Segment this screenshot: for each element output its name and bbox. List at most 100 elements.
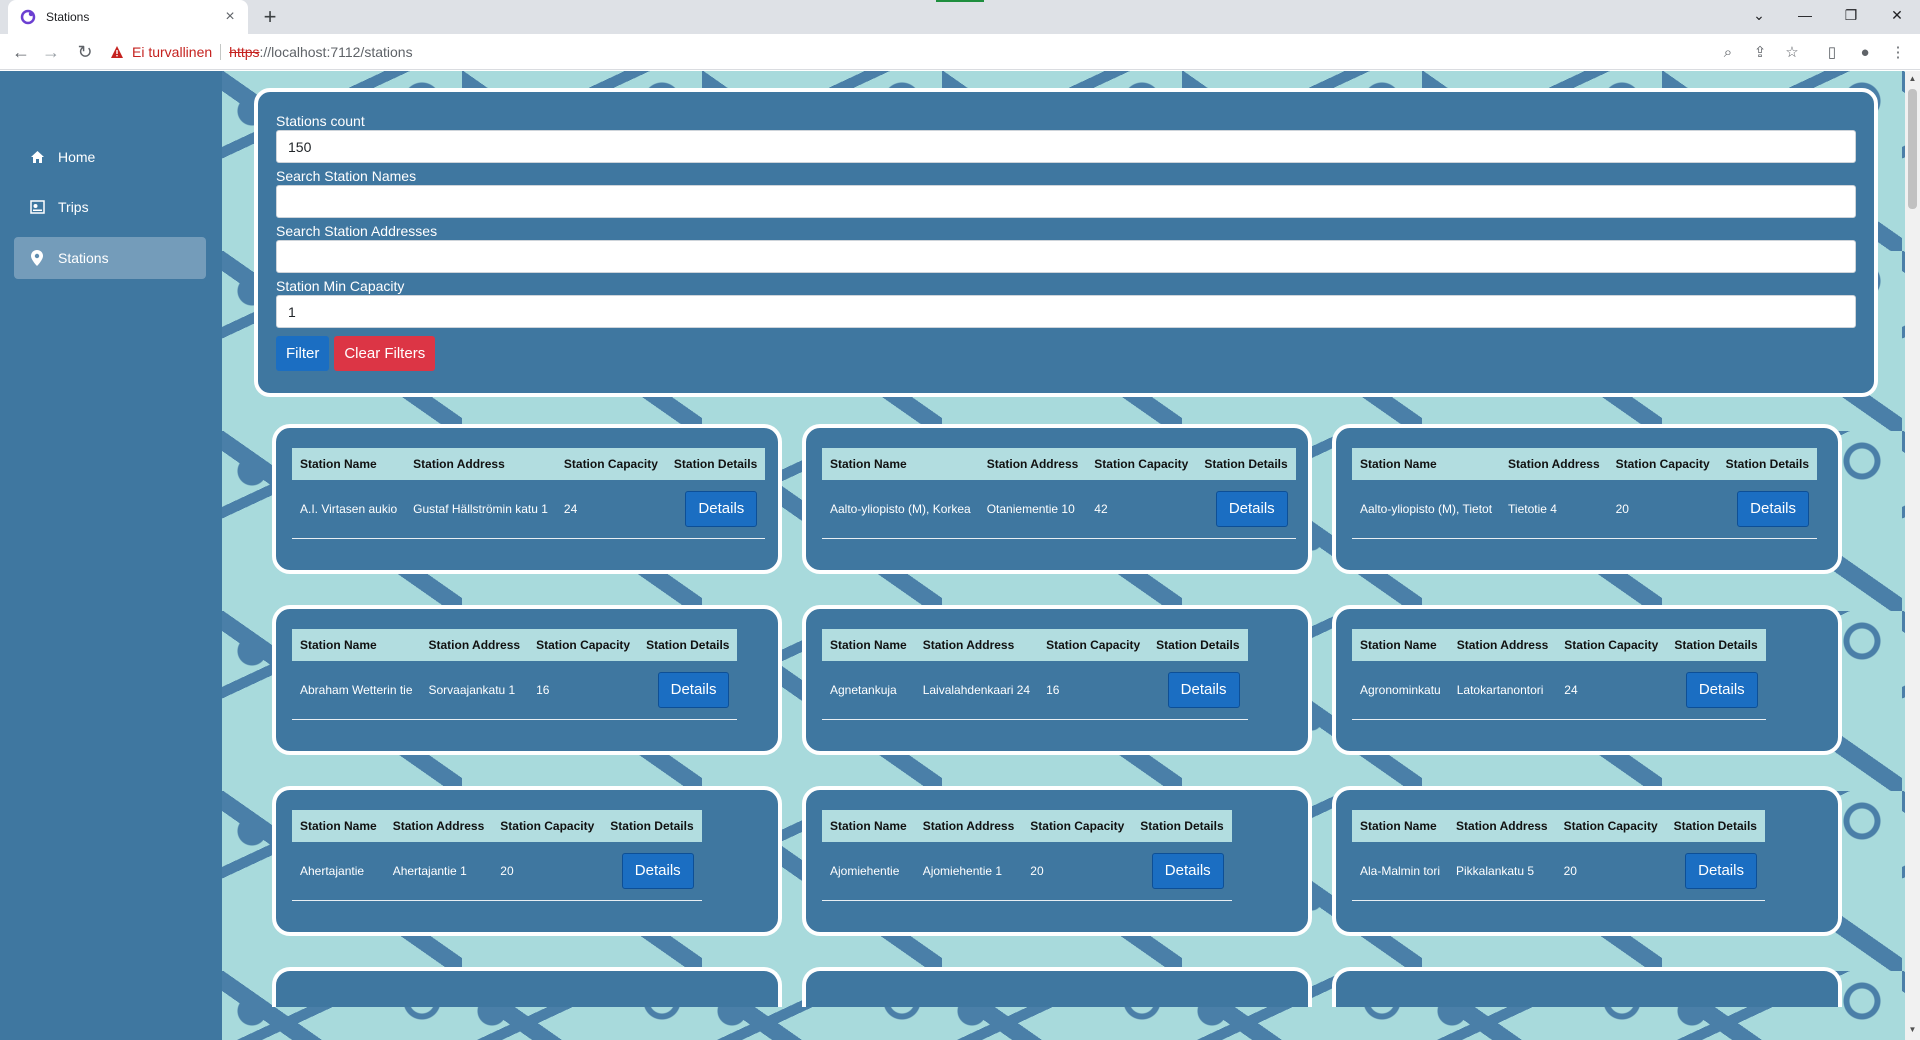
table-row: Abraham Wetterin tie Sorvaajankatu 1 16 Det… (292, 661, 738, 720)
filter-panel: Stations count Search Station Names Sear… (254, 88, 1878, 397)
zoom-icon[interactable]: ⌕ (1718, 42, 1738, 62)
window-close-icon[interactable]: ✕ (1874, 0, 1920, 30)
station-card (1332, 967, 1842, 1007)
details-button[interactable]: Details (685, 490, 758, 527)
search-names-input[interactable] (276, 185, 1856, 218)
forward-icon[interactable]: → (40, 41, 62, 63)
clear-filters-button[interactable]: Clear Filters (334, 336, 436, 371)
station-details-cell: Details (1666, 661, 1766, 720)
table-header-row: Station Name Station Address Station Capac… (1352, 810, 1765, 842)
table-row: Agronominkatu Latokartanontori 24 Details (1352, 661, 1766, 720)
scroll-up-icon[interactable]: ▲ (1908, 74, 1917, 84)
sidebar-item-stations[interactable]: Stations (14, 237, 206, 279)
column-header: Station Details (1725, 457, 1810, 471)
column-header: Station Address (413, 457, 505, 471)
tab-search-icon[interactable]: ⌄ (1736, 0, 1782, 30)
warning-icon (111, 46, 123, 58)
bookmark-star-icon[interactable]: ☆ (1782, 42, 1802, 62)
column-header: Station Capacity (1030, 819, 1125, 833)
station-address-cell: Otaniementie 10 (978, 480, 1087, 539)
home-icon (28, 148, 46, 166)
details-button[interactable]: Details (1167, 671, 1240, 708)
details-button[interactable]: Details (621, 852, 694, 889)
table-header-row: Station Name Station Address Station Capac… (822, 629, 1248, 661)
close-tab-icon[interactable]: × (222, 8, 238, 26)
sidebar-item-home[interactable]: Home (14, 136, 206, 178)
details-button[interactable]: Details (1685, 852, 1757, 889)
station-details-cell: Details (1196, 480, 1296, 539)
details-button[interactable]: Details (1685, 671, 1758, 708)
station-capacity-cell: 20 (1555, 842, 1666, 901)
menu-icon[interactable]: ⋮ (1888, 42, 1908, 62)
column-header: Station Address (922, 819, 1015, 833)
sidebar-item-label: Home (58, 149, 96, 165)
search-addresses-input[interactable] (276, 240, 1856, 273)
min-capacity-input[interactable] (276, 295, 1856, 328)
column-header: Station Address (922, 638, 1015, 652)
station-capacity-cell: 16 (528, 661, 639, 720)
reload-icon[interactable]: ↻ (74, 41, 96, 63)
min-capacity-label: Station Min Capacity (276, 278, 405, 294)
station-address-cell: Sorvaajankatu 1 (420, 661, 529, 720)
filter-actions: Filter Clear Filters (276, 336, 1856, 371)
share-icon[interactable]: ⇪ (1750, 42, 1770, 62)
table-row: Ala-Malmin tori Pikkalankatu 5 20 Details (1352, 842, 1765, 901)
station-capacity-cell: 20 (1607, 480, 1718, 539)
station-capacity-cell: 20 (1022, 842, 1133, 901)
column-header: Station Name (300, 638, 377, 652)
column-header: Station Capacity (1564, 638, 1659, 652)
station-table: Station Name Station Address Station Capac… (1352, 448, 1818, 539)
station-capacity-cell: 20 (492, 842, 603, 901)
details-button[interactable]: Details (1737, 490, 1810, 527)
column-header: Station Capacity (1094, 457, 1189, 471)
side-panel-icon[interactable]: ▯ (1822, 42, 1842, 62)
station-table: Station Name Station Address Station Capac… (292, 448, 766, 539)
back-icon[interactable]: ← (10, 41, 32, 63)
scroll-down-icon[interactable]: ▼ (1908, 1025, 1917, 1035)
details-button[interactable]: Details (1151, 852, 1224, 889)
sidebar-item-trips[interactable]: Trips (14, 186, 206, 228)
url-scheme: https (229, 44, 260, 60)
table-row: Ajomiehentie Ajomiehentie 1 20 Details (822, 842, 1232, 901)
minimize-icon[interactable]: — (1782, 0, 1828, 30)
profile-icon[interactable]: ● (1855, 42, 1875, 62)
station-name-cell: Aalto-yliopisto (M), Tietot (1352, 480, 1501, 539)
column-header: Station Details (1674, 638, 1758, 652)
table-row: A.I. Virtasen aukio Gustaf Hällströmin ka… (292, 480, 766, 539)
column-header: Station Name (830, 638, 907, 652)
column-header: Station Address (1456, 819, 1548, 833)
page-scrollbar[interactable]: ▲ ▼ (1905, 71, 1920, 1040)
scrollbar-thumb[interactable] (1908, 89, 1917, 209)
station-name-cell: A.I. Virtasen aukio (292, 480, 406, 539)
station-details-cell: Details (638, 661, 738, 720)
station-card: Station Name Station Address Station Capac… (272, 424, 782, 574)
station-card: Station Name Station Address Station Capac… (802, 424, 1312, 574)
column-header: Station Address (1508, 457, 1600, 471)
sidebar: Home Trips Stations (0, 71, 222, 1040)
column-header: Station Capacity (1615, 457, 1710, 471)
station-capacity-cell: 24 (1556, 661, 1667, 720)
station-address-cell: Tietotie 4 (1500, 480, 1608, 539)
station-address-cell: Pikkalankatu 5 (1448, 842, 1556, 901)
column-header: Station Name (1360, 638, 1437, 652)
details-button[interactable]: Details (1215, 490, 1288, 527)
new-tab-button[interactable]: + (258, 3, 282, 31)
url-bar[interactable]: Ei turvallinen https://localhost:7112/st… (110, 39, 1780, 65)
column-header: Station Address (986, 457, 1079, 471)
security-status[interactable]: Ei turvallinen (132, 44, 212, 60)
station-address-cell: Laivalahdenkaari 24 (914, 661, 1039, 720)
details-button[interactable]: Details (657, 671, 730, 708)
search-names-label: Search Station Names (276, 168, 417, 184)
station-card: Station Name Station Address Station Capac… (1332, 605, 1842, 755)
main-content: Stations count Search Station Names Sear… (222, 71, 1905, 1040)
table-row: Aalto-yliopisto (M), Tietot Tietotie 4 20 D… (1352, 480, 1818, 539)
stations-count-input[interactable] (276, 130, 1856, 163)
restore-icon[interactable]: ❐ (1828, 0, 1874, 30)
filter-button[interactable]: Filter (276, 336, 330, 371)
station-table: Station Name Station Address Station Capac… (1352, 629, 1766, 720)
browser-tab[interactable]: Stations × (8, 0, 248, 34)
station-capacity-cell: 42 (1086, 480, 1197, 539)
station-details-cell: Details (1665, 842, 1765, 901)
column-header: Station Details (1156, 638, 1240, 652)
station-address-cell: Gustaf Hällströmin katu 1 (405, 480, 556, 539)
